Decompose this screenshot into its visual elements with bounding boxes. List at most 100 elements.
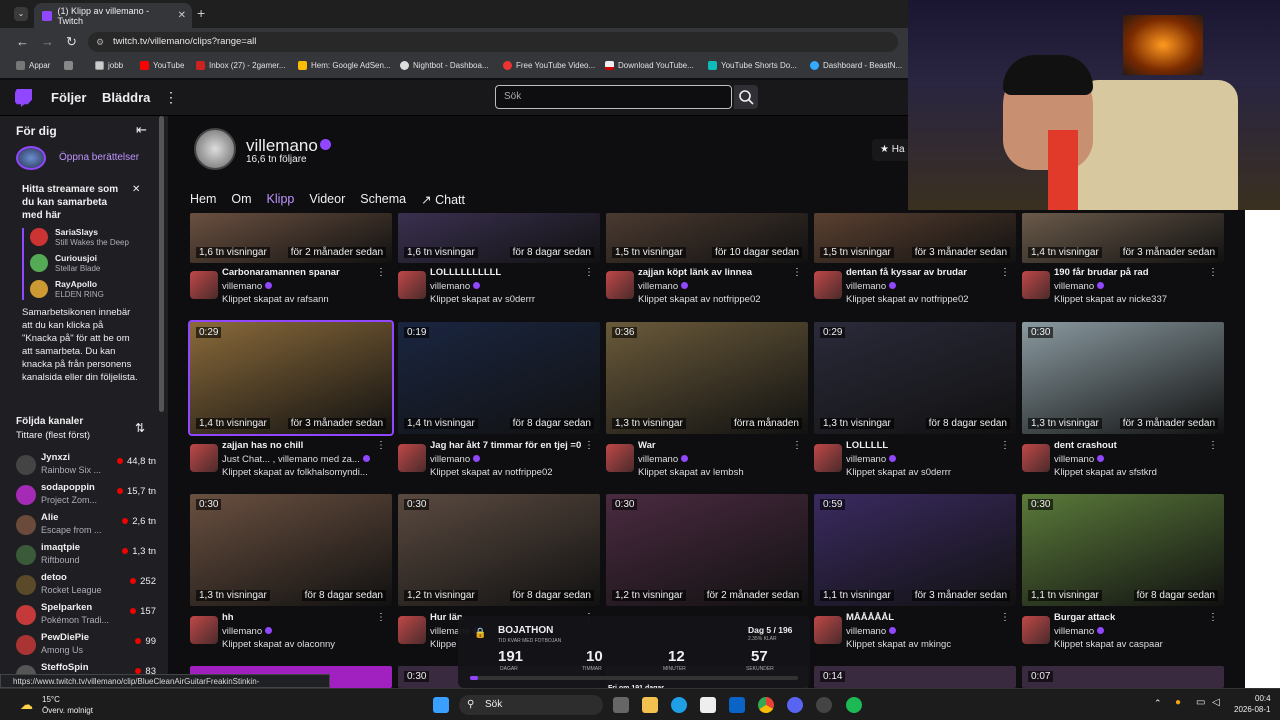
bookmark-beastn[interactable]: Dashboard - BeastN... <box>810 61 902 70</box>
more-options-icon[interactable]: ⋮ <box>376 612 386 623</box>
tray-chevron-icon[interactable]: ⌃ <box>1154 698 1162 709</box>
more-options-icon[interactable]: ⋮ <box>1208 440 1218 451</box>
clip-title[interactable]: dent crashout <box>1054 440 1214 451</box>
clip-title[interactable]: zajjan has no chill <box>222 440 382 451</box>
file-explorer-icon[interactable] <box>642 697 658 713</box>
chrome-icon[interactable] <box>758 697 774 713</box>
tab-videos[interactable]: Videor <box>309 192 345 207</box>
more-options-icon[interactable]: ⋮ <box>1208 267 1218 278</box>
clip-channel[interactable]: villemano <box>846 281 896 292</box>
clip-channel[interactable]: villemano <box>1054 626 1104 637</box>
spotify-icon[interactable] <box>846 697 862 713</box>
clip-thumbnail[interactable]: 0:30 1,3 tn visningar för 3 månader sedan <box>1022 322 1224 434</box>
clip-title[interactable]: Carbonaramannen spanar <box>222 267 382 278</box>
more-options-icon[interactable]: ⋮ <box>376 267 386 278</box>
followed-channel[interactable]: PewDiePie Among Us 99 <box>16 631 156 659</box>
clip-title[interactable]: dentan få kyssar av brudar <box>846 267 1006 278</box>
avatar[interactable] <box>1022 271 1050 299</box>
clip-title[interactable]: hh <box>222 612 382 623</box>
more-options-icon[interactable]: ⋮ <box>584 267 594 278</box>
avatar[interactable] <box>1022 616 1050 644</box>
back-icon[interactable]: ← <box>16 34 29 49</box>
more-options-icon[interactable]: ⋮ <box>792 440 802 451</box>
clip-thumbnail[interactable]: 0:30 1,1 tn visningar för 8 dagar sedan <box>1022 494 1224 606</box>
more-options-icon[interactable]: ⋮ <box>584 440 594 451</box>
follow-button[interactable]: ★ Ha <box>872 139 912 161</box>
bookmark-shorts[interactable]: YouTube Shorts Do... <box>708 61 797 70</box>
suggestion-item[interactable]: SariaSlays Still Wakes the Deep <box>22 226 142 252</box>
volume-icon[interactable]: ◁ <box>1212 697 1220 708</box>
avatar[interactable] <box>190 616 218 644</box>
task-view-icon[interactable] <box>613 697 629 713</box>
clip-thumbnail[interactable]: 0:29 1,4 tn visningar för 3 månader sedan <box>188 320 394 436</box>
search-button[interactable] <box>734 85 758 109</box>
bookmark-apps[interactable]: Appar <box>16 61 50 70</box>
clip-thumbnail[interactable]: 0:59 1,1 tn visningar för 3 månader sedan <box>814 494 1016 606</box>
collab-close-icon[interactable]: ✕ <box>132 184 140 195</box>
followed-channel[interactable]: imaqtpie Riftbound 1,3 tn <box>16 541 156 569</box>
avatar[interactable] <box>398 616 426 644</box>
clip-thumbnail[interactable]: 0:14 <box>814 666 1016 688</box>
clip-thumbnail[interactable]: 0:07 <box>1022 666 1224 688</box>
clip-channel[interactable]: villemano <box>1054 454 1104 465</box>
clip-title[interactable]: MÅÅÅÅÅL <box>846 612 1006 623</box>
channel-avatar[interactable] <box>194 128 236 170</box>
tab-about[interactable]: Om <box>231 192 251 207</box>
clip-channel[interactable]: villemano <box>222 626 272 637</box>
clip-title[interactable]: 190 får brudar på rad <box>1054 267 1214 278</box>
nav-following[interactable]: Följer <box>51 90 86 105</box>
followed-channel[interactable]: sodapoppin Project Zom... 15,7 tn <box>16 481 156 509</box>
open-stories-link[interactable]: Öppna berättelser <box>59 152 139 163</box>
tab-chat[interactable]: ↗ Chatt <box>421 192 465 207</box>
sort-icon[interactable]: ⇅ <box>135 421 145 435</box>
bookmark-jobb[interactable]: jobb <box>95 61 123 70</box>
reload-icon[interactable]: ↻ <box>66 34 77 50</box>
clip-thumbnail[interactable]: 1,5 tn visningar för 3 månader sedan <box>814 213 1016 263</box>
clip-title[interactable]: Burgar attack <box>1054 612 1214 623</box>
clip-title[interactable]: LOLLLLLLLLLL <box>430 267 590 278</box>
clip-thumbnail[interactable]: 1,6 tn visningar för 2 månader sedan <box>190 213 392 263</box>
tab-clips[interactable]: Klipp <box>267 192 295 207</box>
avatar[interactable] <box>814 271 842 299</box>
clip-channel[interactable]: villemano <box>846 626 896 637</box>
edge-icon[interactable] <box>671 697 687 713</box>
bookmark-free-youtube[interactable]: Free YouTube Video... <box>503 61 595 70</box>
clip-title[interactable]: LOLLLLL <box>846 440 1006 451</box>
collapse-sidebar-icon[interactable]: ⇤ <box>136 122 147 138</box>
followed-channel[interactable]: Spelparken Pokémon Tradi... 157 <box>16 601 156 629</box>
tab-list-button[interactable]: ⌄ <box>14 7 28 21</box>
discord-icon[interactable] <box>787 697 803 713</box>
stories-avatar[interactable] <box>16 146 46 170</box>
more-options-icon[interactable]: ⋮ <box>792 267 802 278</box>
more-options-icon[interactable]: ⋮ <box>376 440 386 451</box>
microphone-icon[interactable]: ● <box>1175 697 1181 708</box>
clip-channel[interactable]: villemano <box>430 454 480 465</box>
more-options-icon[interactable]: ⋮ <box>1000 612 1010 623</box>
more-options-icon[interactable]: ⋮ <box>1208 612 1218 623</box>
bookmark-inbox[interactable]: Inbox (27) - 2gamer... <box>196 61 285 70</box>
clip-channel[interactable]: villemano <box>638 454 688 465</box>
avatar[interactable] <box>814 616 842 644</box>
clip-channel[interactable]: villemano <box>638 281 688 292</box>
clock-date[interactable]: 2026-08-1 <box>1234 705 1270 714</box>
clip-thumbnail[interactable]: 1,4 tn visningar för 3 månader sedan <box>1022 213 1224 263</box>
clip-thumbnail[interactable]: 0:19 1,4 tn visningar för 8 dagar sedan <box>398 322 600 434</box>
tab-schedule[interactable]: Schema <box>360 192 406 207</box>
clip-thumbnail[interactable]: 0:30 1,2 tn visningar för 8 dagar sedan <box>398 494 600 606</box>
taskbar-search[interactable]: ⚲ Sök <box>459 695 603 715</box>
bookmark-adsense[interactable]: Hem: Google AdSen... <box>298 61 391 70</box>
avatar[interactable] <box>606 444 634 472</box>
bookmark-nightbot[interactable]: Nightbot - Dashboa... <box>400 61 489 70</box>
followed-channel[interactable]: detoo Rocket League 252 <box>16 571 156 599</box>
clip-thumbnail[interactable]: 0:29 1,3 tn visningar för 8 dagar sedan <box>814 322 1016 434</box>
avatar[interactable] <box>398 271 426 299</box>
followed-channel[interactable]: Alie Escape from ... 2,6 tn <box>16 511 156 539</box>
suggestion-item[interactable]: Curiousjoi Stellar Blade <box>22 252 142 278</box>
suggestion-item[interactable]: RayApollo ELDEN RING <box>22 278 142 304</box>
avatar[interactable] <box>1022 444 1050 472</box>
forward-icon[interactable]: → <box>41 34 54 49</box>
clip-thumbnail[interactable]: 1,5 tn visningar för 10 dagar sedan <box>606 213 808 263</box>
more-menu-icon[interactable]: ⋮ <box>164 89 178 106</box>
bookmark-youtube[interactable]: YouTube <box>140 61 184 70</box>
clip-thumbnail[interactable]: 1,6 tn visningar för 8 dagar sedan <box>398 213 600 263</box>
